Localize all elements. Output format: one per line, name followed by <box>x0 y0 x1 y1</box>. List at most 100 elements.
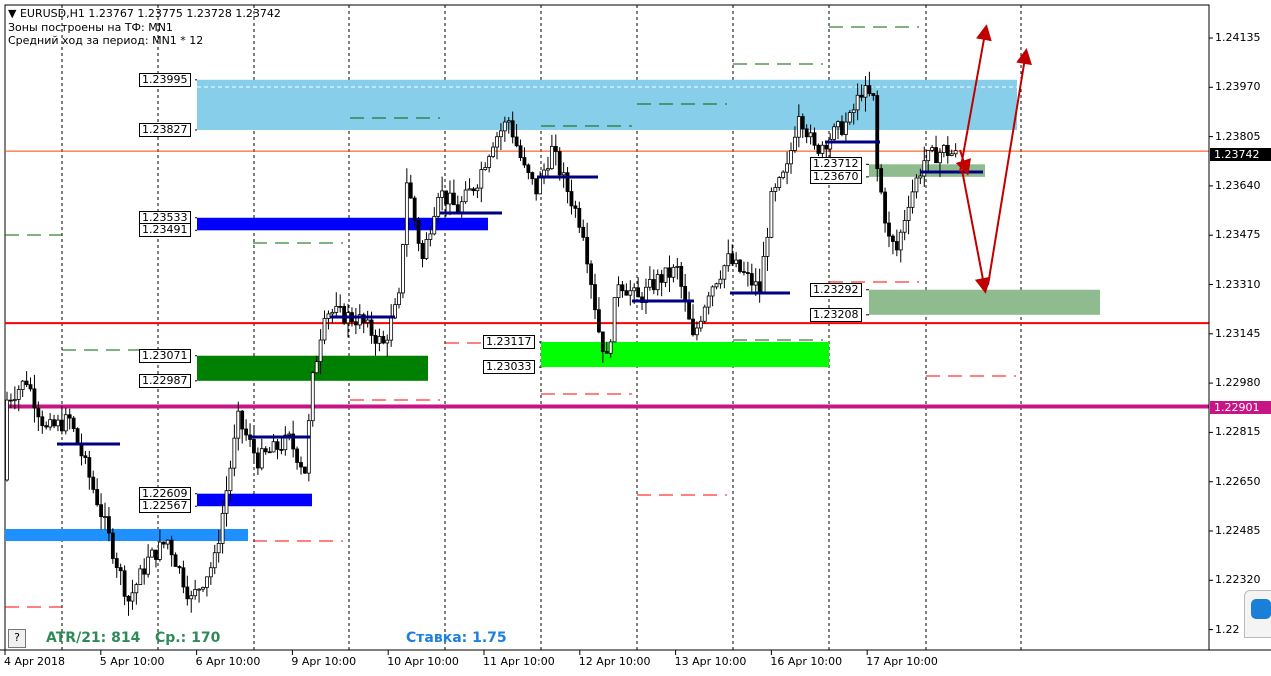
bear-candle <box>738 259 742 272</box>
bull-candle <box>436 196 441 217</box>
bull-candle <box>208 567 213 578</box>
bear-candle <box>887 222 891 237</box>
bull-candle <box>491 146 495 157</box>
bull-candle <box>63 414 68 432</box>
time-tick-label: 6 Apr 10:00 <box>195 655 261 668</box>
bull-candle <box>16 389 21 400</box>
bear-candle <box>577 207 582 228</box>
bull-candle <box>549 145 554 170</box>
bear-candle <box>303 466 307 474</box>
price-chart[interactable] <box>0 0 1271 676</box>
bull-candle <box>483 167 488 170</box>
bull-candle <box>847 112 852 123</box>
bull-candle <box>796 116 801 138</box>
bull-candle <box>259 448 264 469</box>
bear-candle <box>757 281 762 293</box>
bear-candle <box>816 144 821 154</box>
price-tick-label: 1.23310 <box>1215 277 1261 291</box>
bull-candle <box>843 121 848 135</box>
bull-candle <box>789 150 793 165</box>
bull-candle <box>710 286 715 297</box>
bull-candle <box>146 556 151 575</box>
bull-candle <box>663 267 668 283</box>
bull-candle <box>753 281 758 286</box>
bull-candle <box>608 341 613 354</box>
price-tick-label: 1.23640 <box>1215 178 1261 192</box>
bear-candle <box>91 476 96 490</box>
bull-candle <box>926 149 931 162</box>
bear-candle <box>118 567 123 572</box>
zone-top-label: 1.23117 <box>483 334 535 349</box>
bull-candle <box>306 420 311 474</box>
time-tick-label: 17 Apr 10:00 <box>866 655 938 668</box>
price-tick-label: 1.23145 <box>1215 326 1261 340</box>
time-tick-label: 10 Apr 10:00 <box>387 655 459 668</box>
time-tick-label: 4 Apr 2018 <box>4 655 66 668</box>
bull-candle <box>495 136 499 148</box>
bear-candle <box>252 439 256 454</box>
help-button[interactable]: ? <box>8 629 26 648</box>
bull-candle <box>20 380 25 390</box>
bull-candle <box>440 190 445 198</box>
zone-top-label: 1.23071 <box>139 348 191 363</box>
bear-candle <box>875 95 880 169</box>
price-tick-label: 1.23475 <box>1215 228 1261 242</box>
bull-candle <box>499 130 503 138</box>
bear-candle <box>530 172 535 180</box>
bull-candle <box>628 290 633 296</box>
bear-candle <box>169 539 174 556</box>
bull-candle <box>542 169 546 177</box>
bear-candle <box>9 399 13 402</box>
bear-candle <box>683 285 688 301</box>
price-tick-label: 1.23970 <box>1215 80 1261 94</box>
zone-top-label: 1.23995 <box>139 72 191 87</box>
bear-candle <box>651 279 656 291</box>
teamviewer-icon <box>1251 599 1271 619</box>
bull-candle <box>385 339 390 344</box>
bear-candle <box>154 549 158 560</box>
bear-candle <box>114 558 119 568</box>
bull-candle <box>808 132 813 138</box>
bull-candle <box>647 279 652 288</box>
bull-candle <box>103 516 107 518</box>
bear-candle <box>451 192 456 206</box>
bear-candle <box>891 235 895 242</box>
bull-candle <box>428 233 433 240</box>
bear-candle <box>181 567 186 588</box>
bear-candle <box>67 414 72 419</box>
bull-candle <box>714 283 719 288</box>
bear-candle <box>79 443 84 457</box>
price-tick-label: 1.22320 <box>1215 573 1261 587</box>
bear-candle <box>244 428 249 436</box>
bull-candle <box>48 419 53 428</box>
bull-candle <box>220 512 225 544</box>
bear-candle <box>71 417 76 430</box>
bear-candle <box>514 136 519 147</box>
zone-bottom-label: 1.22987 <box>139 373 191 388</box>
zone-rect <box>197 217 488 231</box>
bull-candle <box>698 320 703 329</box>
bear-candle <box>593 284 597 311</box>
dropdown-triangle-icon[interactable]: ▼ <box>8 7 16 20</box>
bull-candle <box>189 595 194 600</box>
bear-candle <box>126 595 131 602</box>
bull-candle <box>330 311 335 315</box>
bear-candle <box>589 263 593 285</box>
bull-candle <box>502 121 507 132</box>
bull-candle <box>150 549 154 558</box>
bull-candle <box>130 592 135 602</box>
bear-candle <box>518 145 523 158</box>
bear-candle <box>883 191 887 224</box>
bear-candle <box>620 284 625 292</box>
bull-candle <box>612 297 617 343</box>
zone-bottom-label: 1.23033 <box>483 360 535 375</box>
bull-candle <box>832 126 837 140</box>
bull-candle <box>671 266 676 278</box>
teamviewer-widget[interactable] <box>1244 590 1271 638</box>
bear-candle <box>40 416 45 427</box>
bear-candle <box>295 448 299 463</box>
zones-tf-label: Зоны построены на ТФ: MN1 <box>8 21 173 34</box>
bull-candle <box>793 136 797 151</box>
bull-candle <box>475 187 480 192</box>
bear-candle <box>161 541 166 545</box>
